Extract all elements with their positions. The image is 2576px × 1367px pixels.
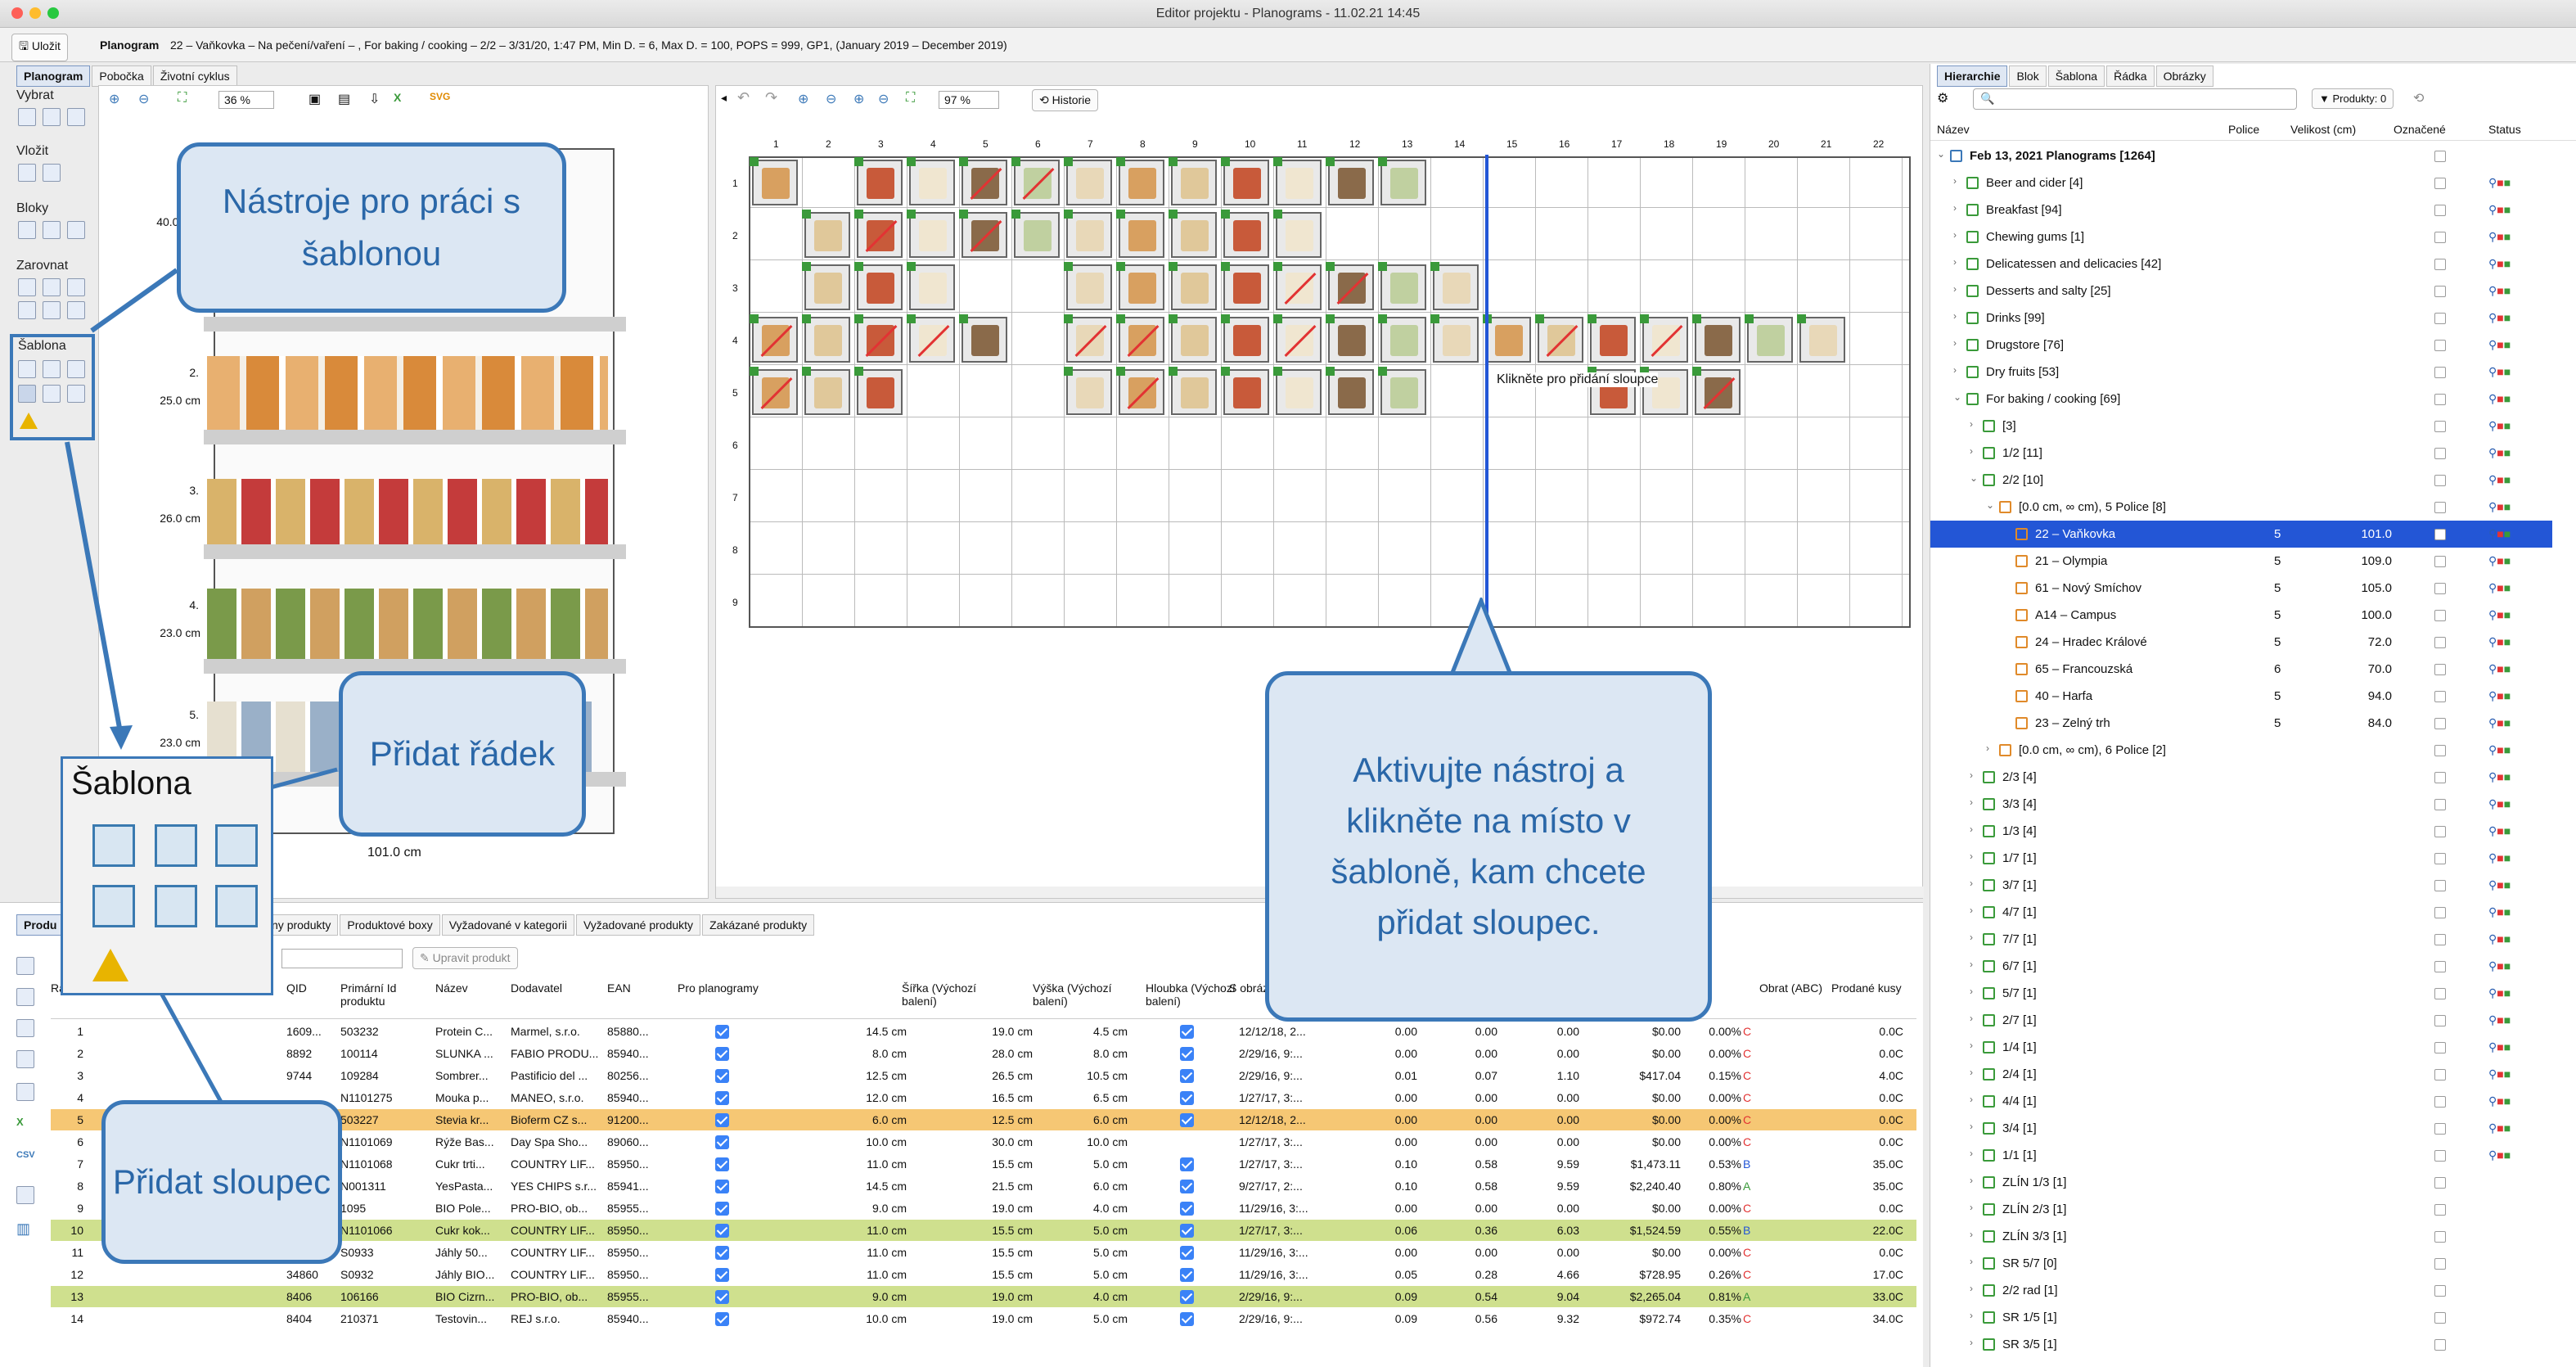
callout-activate-tool: Aktivujte nástroj a klikněte na místo v … — [1265, 671, 1712, 1022]
zoom-del-col-icon[interactable] — [155, 885, 197, 927]
zoom-edit-icon[interactable] — [215, 824, 258, 867]
zoom-add-row-icon[interactable] — [92, 824, 135, 867]
zoom-clear-icon[interactable] — [215, 885, 258, 927]
zoom-warning-icon[interactable] — [92, 949, 128, 981]
callout-add-row: Přidat řádek — [339, 671, 586, 837]
zoom-add-col-icon[interactable] — [92, 885, 135, 927]
template-zoom-box: Šablona — [61, 756, 273, 995]
arrow-head — [110, 725, 133, 750]
arrow-line — [65, 441, 124, 738]
template-zoom-title: Šablona — [71, 765, 191, 801]
callout-pointer — [1445, 598, 1517, 685]
callout-add-column: Přidat sloupec — [101, 1100, 342, 1264]
zoom-del-row-icon[interactable] — [155, 824, 197, 867]
arrow-line — [90, 268, 178, 333]
